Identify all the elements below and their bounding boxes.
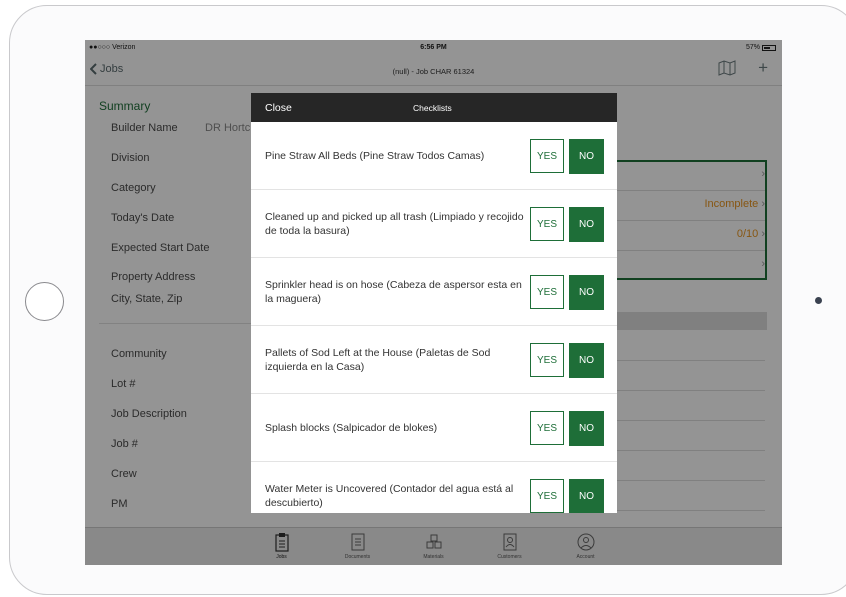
no-button[interactable]: NO <box>569 343 604 378</box>
no-button[interactable]: NO <box>569 207 604 242</box>
checklist-item: Pallets of Sod Left at the House (Paleta… <box>251 326 617 394</box>
modal-title: Checklists <box>413 103 452 113</box>
close-button[interactable]: Close <box>265 102 292 114</box>
yes-button[interactable]: YES <box>530 275 564 309</box>
checklist-question: Water Meter is Uncovered (Contador del a… <box>265 483 514 509</box>
home-button[interactable] <box>25 282 64 321</box>
yes-button[interactable]: YES <box>530 139 564 173</box>
checklist-item: Splash blocks (Salpicador de blokes) YES… <box>251 394 617 462</box>
checklist-item: Pine Straw All Beds (Pine Straw Todos Ca… <box>251 122 617 190</box>
checklists-modal: Close Checklists Pine Straw All Beds (Pi… <box>251 93 617 513</box>
checklist-question: Pallets of Sod Left at the House (Paleta… <box>265 346 491 373</box>
no-button[interactable]: NO <box>569 139 604 174</box>
camera-icon <box>815 297 822 304</box>
yes-button[interactable]: YES <box>530 411 564 445</box>
no-button[interactable]: NO <box>569 275 604 310</box>
checklist-item: Cleaned up and picked up all trash (Limp… <box>251 190 617 258</box>
checklist-question: Splash blocks (Salpicador de blokes) <box>265 421 438 434</box>
yes-button[interactable]: YES <box>530 207 564 241</box>
checklist-item: Water Meter is Uncovered (Contador del a… <box>251 462 617 513</box>
modal-header: Close Checklists <box>251 93 617 122</box>
no-button[interactable]: NO <box>569 411 604 446</box>
yes-button[interactable]: YES <box>530 479 564 513</box>
checklist-question: Cleaned up and picked up all trash (Limp… <box>265 210 524 237</box>
checklist-question: Pine Straw All Beds (Pine Straw Todos Ca… <box>265 149 485 162</box>
checklist-question: Sprinkler head is on hose (Cabeza de asp… <box>265 278 522 305</box>
app-screen: ●●○○○ Verizon 6:56 PM 57% Jobs (null) - … <box>85 40 782 565</box>
no-button[interactable]: NO <box>569 479 604 513</box>
checklist-item: Sprinkler head is on hose (Cabeza de asp… <box>251 258 617 326</box>
yes-button[interactable]: YES <box>530 343 564 377</box>
